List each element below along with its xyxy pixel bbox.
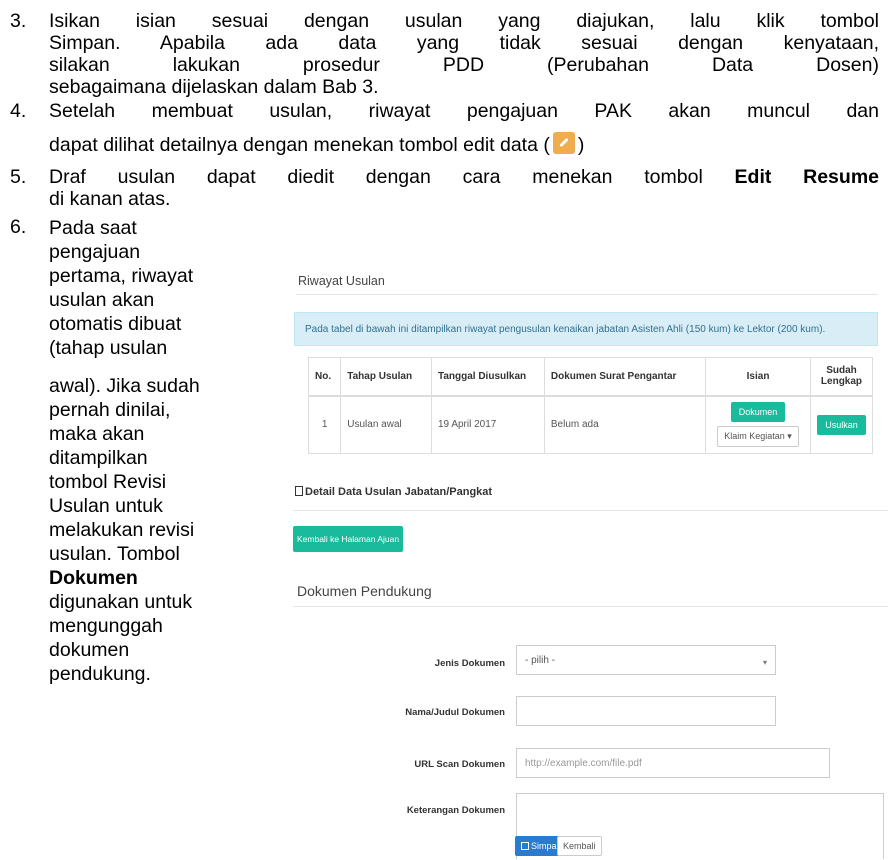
kembali-button[interactable]: Kembali	[557, 836, 602, 856]
back-to-ajuan-button[interactable]: Kembali ke Halaman Ajuan	[293, 526, 404, 552]
table-header-row: No. Tahap Usulan Tanggal Diusulkan Dokum…	[307, 357, 874, 397]
cell-sudah-lengkap: Usulkan	[809, 395, 874, 454]
url-scan-input[interactable]: http://example.com/file.pdf	[516, 748, 830, 778]
panel-title: Detail Data Usulan Jabatan/Pangkat	[295, 486, 492, 498]
item-6-line: pengajuan	[49, 241, 141, 263]
list-item-4: 4. Setelah membuat usulan, riwayat penga…	[10, 100, 880, 160]
item-6-line: otomatis dibuat	[49, 313, 182, 335]
riwayat-table: No. Tahap Usulan Tanggal Diusulkan Dokum…	[307, 357, 874, 454]
document-icon	[295, 486, 303, 496]
col-header: Isian	[705, 357, 811, 397]
riwayat-usulan-panel: Riwayat Usulan Pada tabel di bawah ini d…	[288, 272, 878, 464]
item-4-line-2: dapat dilihat detailnya dengan menekan t…	[49, 132, 879, 156]
jenis-dokumen-label: Jenis Dokumen	[434, 658, 505, 669]
item-6-line: usulan akan	[49, 289, 155, 311]
list-item-3: 3. Isikan isian sesuai dengan usulan yan…	[10, 10, 880, 100]
item-4-line-1: Setelah membuat usulan, riwayat pengajua…	[49, 100, 879, 122]
caret-down-icon: ▾	[762, 658, 767, 667]
item-4-line-2-text: dapat dilihat detailnya dengan menekan t…	[49, 134, 550, 156]
save-icon	[521, 842, 529, 850]
cell-tanggal: 19 April 2017	[430, 395, 545, 454]
item-5-text: Draf usulan dapat diedit dengan cara men…	[49, 166, 703, 188]
item-5-bold: Edit Resume	[734, 166, 880, 188]
item-6-bold: Dokumen	[49, 567, 138, 589]
col-header: Sudah Lengkap	[809, 357, 874, 397]
col-header: Tahap Usulan	[340, 357, 432, 397]
jenis-dokumen-select[interactable]: - pilih - ▾	[516, 645, 776, 675]
item-6-line: Usulan untuk	[49, 495, 163, 517]
divider	[296, 294, 878, 295]
item-6-line: tombol Revisi	[49, 471, 167, 493]
nama-dokumen-input[interactable]	[516, 696, 776, 726]
item-3-line-2: Simpan. Apabila ada data yang tidak sesu…	[49, 32, 879, 54]
item-6-line: maka akan	[49, 423, 145, 445]
item-number: 4.	[10, 100, 27, 122]
url-scan-label: URL Scan Dokumen	[414, 759, 505, 770]
url-scan-placeholder: http://example.com/file.pdf	[525, 757, 642, 769]
panel-title-text: Detail Data Usulan Jabatan/Pangkat	[305, 486, 493, 498]
item-5-line-2: di kanan atas.	[49, 188, 171, 210]
divider	[293, 510, 888, 511]
col-header: Tanggal Diusulkan	[430, 357, 545, 397]
item-6-line: ditampilkan	[49, 447, 148, 469]
col-header: No.	[307, 357, 342, 397]
item-5-line-1: Draf usulan dapat diedit dengan cara men…	[49, 166, 879, 188]
item-3-line-3: silakan lakukan prosedur PDD (Perubahan …	[49, 54, 879, 76]
item-6-line: mengunggah	[49, 615, 163, 637]
detail-usulan-panel: Detail Data Usulan Jabatan/Pangkat Kemba…	[285, 480, 888, 860]
item-6-line: pendukung.	[49, 663, 151, 685]
item-6-line: pernah dinilai,	[49, 399, 171, 421]
item-3-line-1: Isikan isian sesuai dengan usulan yang d…	[49, 10, 879, 32]
cell-dokumen-status: Belum ada	[543, 395, 707, 454]
item-4-line-2-close: )	[577, 134, 585, 156]
section-title: Dokumen Pendukung	[297, 583, 432, 599]
jenis-dokumen-value: - pilih -	[525, 654, 556, 666]
item-6-line: (tahap usulan	[49, 337, 168, 359]
item-6-line: digunakan untuk	[49, 591, 193, 613]
divider	[293, 606, 888, 607]
item-6-line: dokumen	[49, 639, 130, 661]
item-6-line: pertama, riwayat	[49, 265, 194, 287]
item-number: 5.	[10, 166, 27, 188]
usulkan-button[interactable]: Usulkan	[817, 414, 866, 435]
col-header: Dokumen Surat Pengantar	[543, 357, 707, 397]
list-item-5: 5. Draf usulan dapat diedit dengan cara …	[10, 166, 880, 210]
cell-tahap: Usulan awal	[340, 395, 432, 454]
edit-icon	[552, 132, 575, 154]
list-item-6: 6. Pada saat pengajuan pertama, riwayat …	[10, 216, 280, 856]
item-6-line: melakukan revisi	[49, 519, 195, 541]
item-6-line: awal). Jika sudah	[49, 375, 200, 397]
item-number: 6.	[10, 216, 27, 238]
item-6-line: usulan. Tombol	[49, 543, 180, 565]
panel-title: Riwayat Usulan	[298, 274, 385, 288]
item-6-line: Pada saat	[49, 217, 137, 239]
keterangan-label: Keterangan Dokumen	[406, 805, 505, 816]
table-row: 1 Usulan awal 19 April 2017 Belum ada Do…	[307, 395, 874, 454]
nama-dokumen-label: Nama/Judul Dokumen	[405, 707, 505, 718]
item-3-line-4: sebagaimana dijelaskan dalam Bab 3.	[49, 76, 379, 98]
item-number: 3.	[10, 10, 27, 32]
cell-isian: Dokumen Klaim Kegiatan ▾	[705, 395, 811, 454]
info-alert: Pada tabel di bawah ini ditampilkan riwa…	[294, 312, 878, 346]
klaim-kegiatan-dropdown[interactable]: Klaim Kegiatan ▾	[717, 426, 799, 448]
cell-no: 1	[307, 395, 342, 454]
dokumen-button[interactable]: Dokumen	[730, 402, 786, 423]
